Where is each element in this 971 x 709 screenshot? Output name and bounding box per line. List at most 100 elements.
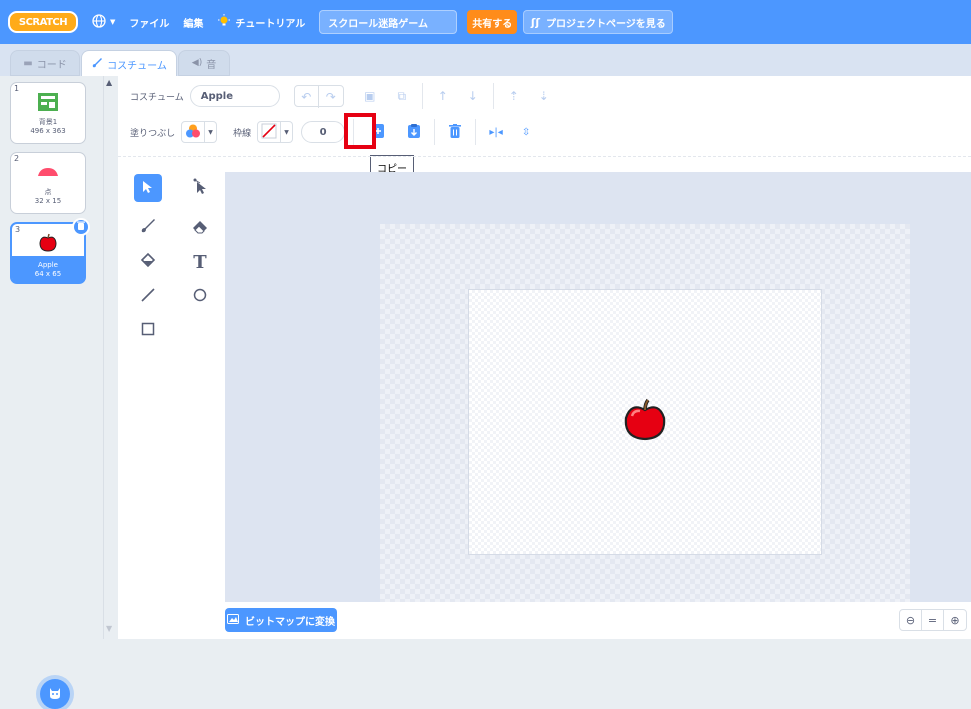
paint-canvas-area[interactable] — [225, 172, 971, 602]
costume-size: 496 x 363 — [30, 127, 66, 135]
zoom-reset-button[interactable]: = — [922, 610, 944, 630]
backward-button[interactable]: ↓ — [461, 85, 485, 107]
tutorial-label: チュートリアル — [235, 18, 306, 30]
paste-button[interactable] — [402, 121, 426, 143]
costume-size: 32 x 15 — [34, 197, 62, 205]
toolbar-separator — [434, 119, 436, 145]
fill-color-icon — [185, 123, 201, 142]
tab-sound[interactable]: ◀) 音 — [178, 50, 230, 76]
flip-horizontal-button[interactable]: ▸|◂ — [484, 121, 508, 143]
toolbar-row-2: 塗りつぶし ▼ 枠線 ▼ 0 ▸|◂ ⇳ — [130, 117, 538, 147]
costume-name: 点 — [44, 188, 52, 196]
scroll-up-arrow[interactable]: ▲ — [106, 78, 112, 87]
ungroup-button[interactable]: ⧉ — [390, 85, 414, 107]
eraser-tool[interactable] — [186, 214, 214, 242]
zoom-out-icon: ⊖ — [905, 613, 916, 627]
costume-name-block: 背景1 496 x 363 — [11, 118, 85, 136]
forward-icon: ↑ — [437, 89, 448, 103]
zoom-controls: ⊖ = ⊕ — [899, 609, 967, 631]
back-button[interactable]: ⇣ — [532, 85, 556, 107]
costume-item-1[interactable]: 1 背景1 496 x 363 — [10, 82, 86, 144]
toolbar-row-1: コスチューム Apple ↶ ↷ ▣ ⧉ ↑ ↓ ⇡ ⇣ — [130, 81, 556, 111]
fill-tool[interactable] — [134, 248, 162, 276]
zoom-in-button[interactable]: ⊕ — [944, 610, 966, 630]
trash-icon — [449, 123, 462, 141]
costume-size: 64 x 65 — [34, 270, 62, 278]
line-icon — [141, 287, 155, 306]
toolbar-separator — [421, 83, 423, 109]
fill-dropdown[interactable]: ▼ — [205, 121, 218, 143]
forward-button[interactable]: ↑ — [431, 85, 455, 107]
zoom-out-button[interactable]: ⊖ — [900, 610, 922, 630]
text-icon: T — [193, 251, 207, 273]
edit-menu[interactable]: 編集 — [183, 15, 203, 30]
convert-to-bitmap-button[interactable]: ビットマップに変換 — [225, 608, 337, 632]
tab-costume[interactable]: コスチューム — [81, 50, 177, 77]
circle-tool[interactable] — [186, 282, 214, 310]
group-icon: ▣ — [364, 89, 376, 103]
delete-costume-button[interactable] — [72, 218, 90, 236]
apple-sprite[interactable] — [621, 398, 669, 449]
globe-icon — [92, 13, 106, 31]
arrow-icon — [142, 179, 154, 198]
line-tool[interactable] — [134, 282, 162, 310]
rectangle-icon — [141, 321, 155, 340]
front-icon: ⇡ — [508, 89, 519, 103]
image-icon — [227, 613, 239, 627]
outline-dropdown[interactable]: ▼ — [281, 121, 294, 143]
costume-name-block: Apple 64 x 65 — [12, 261, 84, 279]
eraser-icon — [192, 219, 208, 238]
canvas-bottom-bar: ビットマップに変換 ⊖ = ⊕ — [225, 602, 971, 639]
tab-code[interactable]: ▬ コード — [10, 50, 80, 76]
speaker-icon: ◀) — [191, 58, 203, 68]
flip-horizontal-icon: ▸|◂ — [489, 126, 503, 138]
reshape-tool[interactable] — [186, 174, 214, 202]
chevron-down-icon: ▼ — [208, 128, 213, 136]
costume-name: Apple — [38, 261, 58, 269]
costume-list-scrollbar[interactable]: ▲ ▼ — [104, 76, 118, 639]
costume-item-3[interactable]: 3 Apple 64 x 65 — [10, 218, 90, 284]
reshape-icon — [193, 178, 207, 198]
paste-icon — [408, 123, 421, 141]
file-menu[interactable]: ファイル — [129, 15, 169, 30]
paint-editor: コスチューム Apple ↶ ↷ ▣ ⧉ ↑ ↓ ⇡ ⇣ 塗りつぶし ▼ 枠線 — [118, 76, 971, 639]
zoom-reset-icon: = — [927, 613, 938, 627]
select-tool[interactable] — [134, 174, 162, 202]
tab-code-label: コード — [36, 59, 67, 71]
language-menu[interactable]: ▼ — [92, 13, 116, 31]
chevron-down-icon: ▼ — [110, 18, 116, 26]
costume-thumbnail — [12, 230, 84, 256]
project-title-input[interactable]: スクロール迷路ゲーム — [319, 10, 458, 34]
flip-vertical-button[interactable]: ⇳ — [514, 121, 538, 143]
group-button[interactable]: ▣ — [358, 85, 382, 107]
project-page-button[interactable]: ʃʃ プロジェクトページを見る — [523, 10, 674, 34]
rectangle-tool[interactable] — [134, 316, 162, 344]
brush-tool[interactable] — [134, 214, 162, 242]
delete-button[interactable] — [443, 121, 467, 143]
scratch-logo[interactable]: SCRATCH — [8, 11, 78, 33]
front-button[interactable]: ⇡ — [502, 85, 526, 107]
outline-color-picker[interactable] — [257, 121, 282, 143]
circle-icon — [193, 287, 207, 306]
costume-item-2[interactable]: 2 点 32 x 15 — [10, 152, 86, 214]
canvas-stage-area[interactable] — [468, 289, 822, 555]
add-costume-button[interactable] — [40, 679, 70, 709]
chevron-down-icon: ▼ — [284, 128, 289, 136]
back-icon: ⇣ — [538, 89, 549, 103]
trash-icon — [77, 221, 85, 233]
share-button[interactable]: 共有する — [467, 10, 518, 34]
editor-tabs: ▬ コード コスチューム ◀) 音 — [0, 44, 971, 77]
text-tool[interactable]: T — [186, 248, 214, 276]
backward-icon: ↓ — [467, 89, 478, 103]
cat-plus-icon — [47, 685, 63, 704]
undo-icon: ↶ — [301, 90, 312, 104]
outline-width-input[interactable]: 0 — [301, 121, 346, 143]
redo-button[interactable]: ↷ — [319, 86, 343, 108]
costume-name-input[interactable]: Apple — [189, 85, 280, 107]
tutorial-menu[interactable]: チュートリアル — [217, 13, 306, 31]
fill-label: 塗りつぶし — [130, 128, 176, 139]
fill-color-picker[interactable] — [181, 121, 206, 143]
scroll-down-arrow[interactable]: ▼ — [106, 624, 112, 633]
undo-button[interactable]: ↶ — [295, 86, 319, 108]
redo-icon: ↷ — [325, 90, 336, 104]
